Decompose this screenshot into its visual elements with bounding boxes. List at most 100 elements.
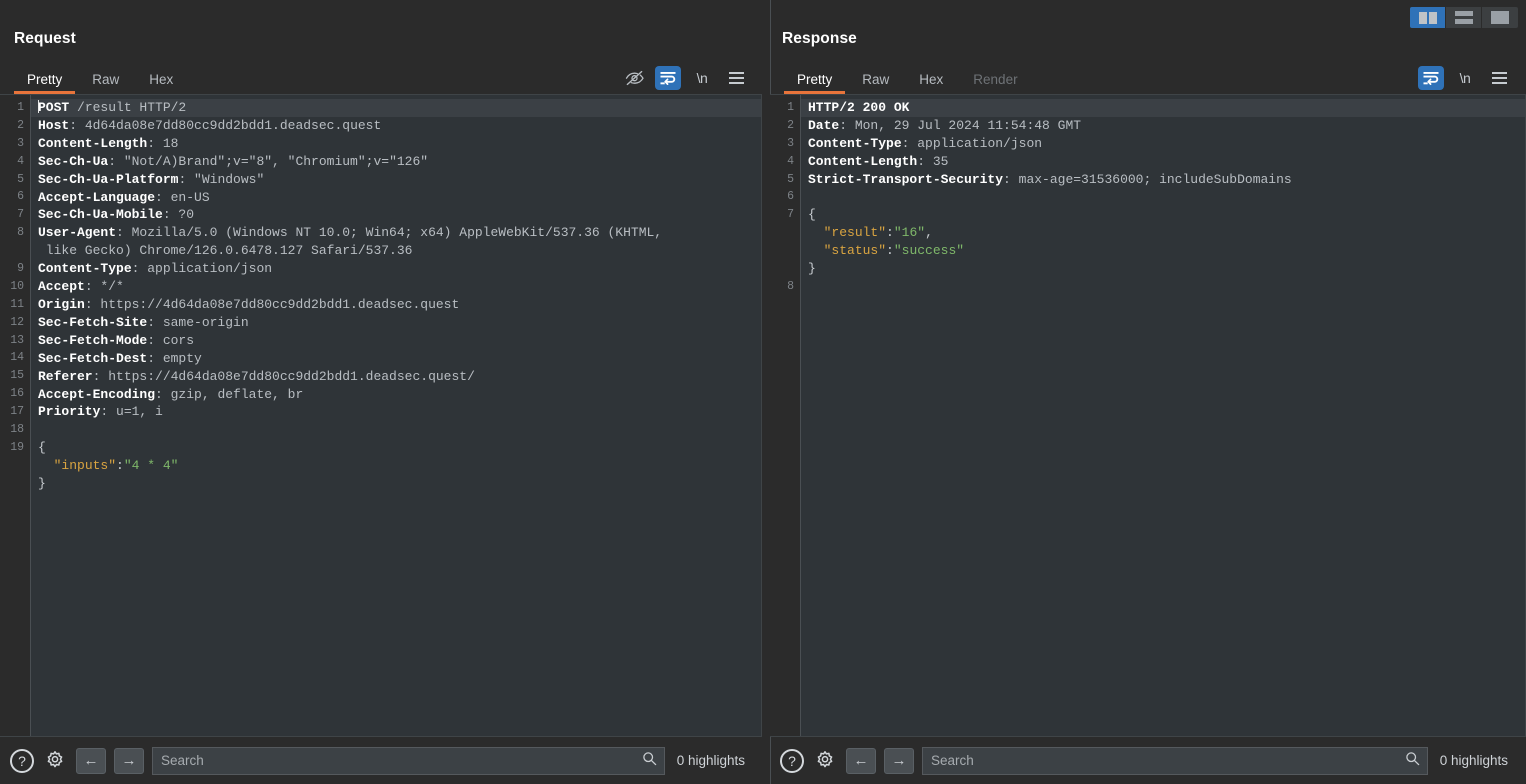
search-forward-button[interactable]: → <box>884 747 914 774</box>
line-number: 2 <box>17 118 24 132</box>
code-span: : "Not/A)Brand";v="8", "Chromium";v="126… <box>108 153 429 169</box>
response-tab-raw[interactable]: Raw <box>847 72 904 94</box>
newline-icon[interactable]: \n <box>1452 66 1478 90</box>
code-line: Content-Length: 18 <box>31 135 761 153</box>
line-number: 17 <box>10 405 24 419</box>
code-span: Accept-Encoding <box>38 386 156 402</box>
word-wrap-icon[interactable] <box>1418 66 1444 90</box>
code-line: User-Agent: Mozilla/5.0 (Windows NT 10.0… <box>31 224 761 242</box>
response-editor[interactable]: 1 2 3 4 5 6 7 8 HTTP/2 200 OK Date: Mon, 29 Jul … <box>770 94 1526 737</box>
request-tab-raw[interactable]: Raw <box>77 72 134 94</box>
code-line: { <box>801 206 1525 224</box>
search-forward-button[interactable]: → <box>114 747 144 774</box>
line-number: 2 <box>787 118 794 132</box>
code-span: Host <box>38 117 70 133</box>
line-number: 5 <box>787 172 794 186</box>
request-tab-pretty[interactable]: Pretty <box>12 72 77 94</box>
line-number: 5 <box>17 172 24 186</box>
code-span: POST <box>38 100 70 115</box>
search-input[interactable] <box>923 753 1427 768</box>
single-pane-icon <box>1491 11 1509 24</box>
search-back-button[interactable]: ← <box>846 747 876 774</box>
code-span: : empty <box>147 350 202 366</box>
request-pane: Request Pretty Raw Hex \n 1 2 3 4 5 6 7 … <box>0 0 763 784</box>
code-span: "success" <box>893 243 965 259</box>
code-line: Date: Mon, 29 Jul 2024 11:54:48 GMT <box>801 117 1525 135</box>
code-span: { <box>808 207 816 223</box>
eye-off-icon[interactable] <box>621 66 647 90</box>
response-pane: Response Pretty Raw Hex Render \n 1 2 3 … <box>770 0 1526 784</box>
request-tab-hex[interactable]: Hex <box>134 72 188 94</box>
code-line: "result":"16", <box>801 224 1525 242</box>
code-line: Strict-Transport-Security: max-age=31536… <box>801 171 1525 189</box>
layout-horizontal-split-button[interactable] <box>1446 7 1482 28</box>
code-line: } <box>801 260 1525 278</box>
line-number: 1 <box>787 101 794 114</box>
response-search-box[interactable] <box>922 746 1428 775</box>
pane-divider[interactable] <box>763 0 770 784</box>
request-code[interactable]: POST /result HTTP/2 Host: 4d64da08e7dd80c… <box>31 95 761 736</box>
response-line-numbers: 1 2 3 4 5 6 7 8 <box>770 95 801 736</box>
code-span: : ?0 <box>162 207 195 223</box>
menu-icon[interactable] <box>1486 66 1512 90</box>
word-wrap-icon[interactable] <box>655 66 681 90</box>
code-span: : https://4d64da08e7dd80cc9dd2bdd1.deads… <box>92 368 475 384</box>
response-tabs: Pretty Raw Hex Render <box>782 72 1418 94</box>
code-span: Priority <box>38 404 101 420</box>
request-tabrow: Pretty Raw Hex \n <box>0 62 763 94</box>
request-footer: ? ← → 0 highlights <box>0 737 763 784</box>
response-tab-pretty[interactable]: Pretty <box>782 72 847 94</box>
response-footer: ? ← → 0 highlights <box>770 737 1526 784</box>
code-span: } <box>808 261 816 277</box>
line-number: 19 <box>10 440 24 454</box>
code-line: Host: 4d64da08e7dd80cc9dd2bdd1.deadsec.q… <box>31 117 761 135</box>
line-number: 4 <box>17 154 24 168</box>
line-number: 14 <box>10 351 24 365</box>
code-span: , <box>925 225 933 241</box>
code-span: : application/json <box>131 261 273 277</box>
request-line-numbers: 1 2 3 4 5 6 7 8 9 10 11 12 13 14 15 16 17 18 19 <box>0 95 31 736</box>
newline-icon[interactable]: \n <box>689 66 715 90</box>
line-number: 1 <box>17 101 24 114</box>
line-number: 3 <box>787 136 794 150</box>
newline-label: \n <box>696 70 708 86</box>
gear-icon[interactable] <box>42 748 68 774</box>
horizontal-split-icon <box>1454 11 1473 24</box>
line-number: 7 <box>787 208 794 222</box>
code-span: : <box>886 225 894 241</box>
line-number <box>0 457 30 475</box>
search-input[interactable] <box>153 753 664 768</box>
response-code[interactable]: HTTP/2 200 OK Date: Mon, 29 Jul 2024 11:5… <box>801 95 1525 736</box>
code-span <box>808 243 824 258</box>
code-line: Sec-Fetch-Site: same-origin <box>31 314 761 332</box>
vertical-split-icon <box>1418 11 1437 24</box>
request-editor[interactable]: 1 2 3 4 5 6 7 8 9 10 11 12 13 14 15 16 17 18 19 POST /resu… <box>0 94 762 737</box>
code-line: Sec-Ch-Ua-Mobile: ?0 <box>31 206 761 224</box>
help-icon[interactable]: ? <box>10 748 34 773</box>
layout-single-pane-button[interactable] <box>1482 7 1518 28</box>
menu-icon[interactable] <box>723 66 749 90</box>
line-number <box>770 260 800 278</box>
code-line: Accept-Encoding: gzip, deflate, br <box>31 386 761 404</box>
code-span: : Mon, 29 Jul 2024 11:54:48 GMT <box>839 117 1082 133</box>
code-span: "result" <box>823 225 887 241</box>
search-back-button[interactable]: ← <box>76 747 106 774</box>
line-number: 15 <box>10 369 24 383</box>
code-span: : "Windows" <box>178 171 265 187</box>
line-number: 16 <box>10 387 24 401</box>
code-line: Content-Type: application/json <box>801 135 1525 153</box>
response-tab-hex[interactable]: Hex <box>904 72 958 94</box>
layout-vertical-split-button[interactable] <box>1410 7 1446 28</box>
line-number: 6 <box>17 190 24 204</box>
code-span: "status" <box>823 243 887 259</box>
code-span: : gzip, deflate, br <box>155 386 304 402</box>
code-span: : https://4d64da08e7dd80cc9dd2bdd1.deads… <box>84 296 460 312</box>
line-number: 11 <box>10 297 24 311</box>
code-span: /result HTTP/2 <box>69 100 187 115</box>
help-icon[interactable]: ? <box>780 748 804 773</box>
request-search-box[interactable] <box>152 746 665 775</box>
line-number: 7 <box>17 208 24 222</box>
code-span: "16" <box>893 225 926 241</box>
gear-icon[interactable] <box>812 748 838 774</box>
